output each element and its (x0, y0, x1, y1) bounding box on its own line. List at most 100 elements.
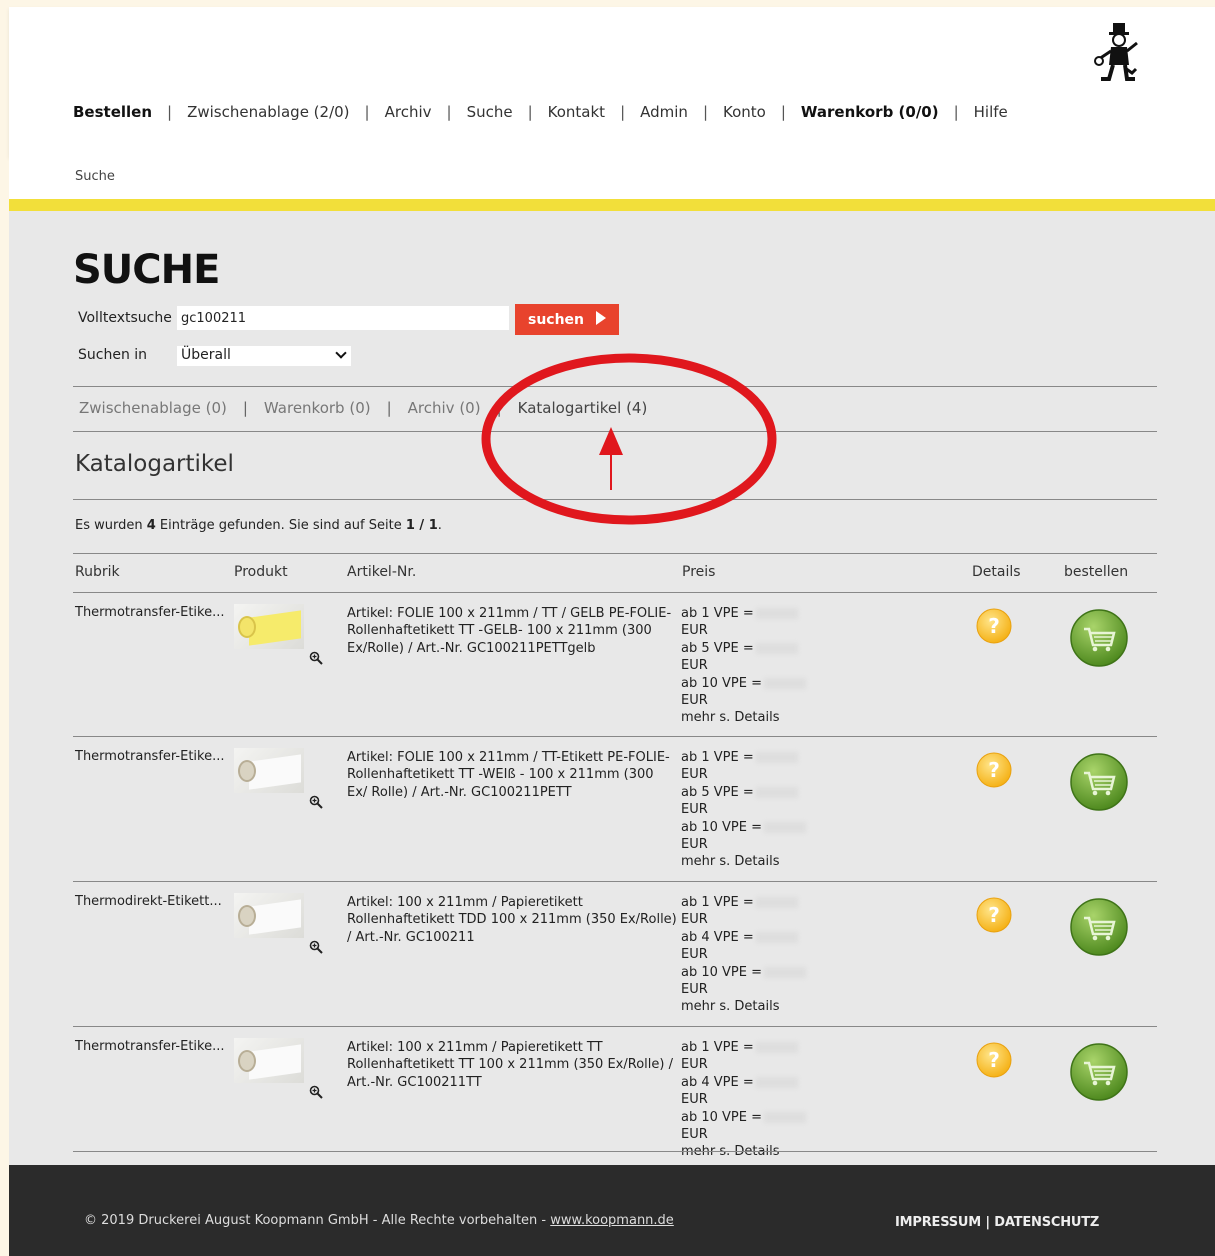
svg-text:?: ? (988, 1048, 1000, 1072)
search-input[interactable] (177, 306, 509, 330)
footer-website-link[interactable]: www.koopmann.de (550, 1213, 674, 1228)
price-currency: EUR (681, 693, 708, 709)
row-price: ab 1 VPE = EUR ab 4 VPE = EUR ab 10 VPE … (681, 1039, 806, 1161)
price-currency: EUR (681, 1127, 708, 1143)
cart-icon[interactable] (1068, 1041, 1130, 1103)
product-thumbnail[interactable] (234, 604, 304, 649)
price-hidden (755, 931, 798, 943)
price-more-link[interactable]: mehr s. Details (681, 1143, 806, 1160)
price-hidden (755, 897, 798, 908)
product-thumbnail[interactable] (234, 1038, 304, 1083)
price-hidden (755, 608, 798, 619)
nav-separator: | (780, 103, 786, 121)
row-article: Artikel: FOLIE 100 x 211mm / TT / GELB P… (347, 606, 672, 656)
nav-item-konto[interactable]: Konto (723, 103, 766, 121)
price-currency: EUR (681, 623, 708, 639)
row-rubrik[interactable]: Thermotransfer-Etike... (75, 605, 225, 620)
question-icon[interactable]: ? (975, 607, 1013, 645)
footer: © 2019 Druckerei August Koopmann GmbH - … (9, 1165, 1215, 1256)
divider (73, 499, 1157, 500)
results-page: 1 / 1 (405, 518, 438, 533)
price-tier: ab 10 VPE = (681, 675, 762, 691)
row-article: Artikel: 100 x 211mm / Papieretikett TT … (347, 1040, 673, 1090)
nav-item-bestellen[interactable]: Bestellen (73, 103, 152, 121)
search-button[interactable]: suchen (515, 304, 619, 335)
price-tier: ab 10 VPE = (681, 964, 762, 980)
result-tabs: Zwischenablage (0) | Warenkorb (0) | Archiv … (79, 399, 647, 417)
svg-text:?: ? (988, 903, 1000, 927)
tab-archiv[interactable]: Archiv (0) (408, 399, 481, 417)
price-tier: ab 5 VPE = (681, 640, 754, 656)
scope-select[interactable]: Überall (177, 346, 351, 366)
label-roll (238, 1050, 256, 1072)
scope-select-value: Überall (181, 347, 231, 363)
price-hidden (755, 752, 798, 763)
breadcrumb-current[interactable]: Suche (75, 169, 115, 184)
zoom-icon[interactable] (309, 795, 323, 809)
cart-icon[interactable] (1068, 607, 1130, 669)
divider (73, 431, 1157, 432)
price-hidden (764, 677, 806, 689)
cart-icon[interactable] (1068, 751, 1130, 813)
nav-item-admin[interactable]: Admin (640, 103, 688, 121)
tab-separator: | (242, 399, 248, 417)
nav-item-zwischenablage[interactable]: Zwischenablage (2/0) (187, 103, 349, 121)
price-tier: ab 1 VPE = (681, 1040, 754, 1055)
nav-item-hilfe[interactable]: Hilfe (974, 103, 1008, 121)
nav-item-suche[interactable]: Suche (467, 103, 513, 121)
question-icon[interactable]: ? (975, 896, 1013, 934)
results-prefix: Es wurden (75, 518, 147, 533)
price-more-link[interactable]: mehr s. Details (681, 853, 806, 870)
nav-separator: | (167, 103, 173, 121)
price-currency: EUR (681, 1092, 708, 1108)
tab-katalogartikel[interactable]: Katalogartikel (4) (518, 399, 648, 417)
price-more-link[interactable]: mehr s. Details (681, 709, 806, 726)
col-header-details: Details (972, 564, 1021, 580)
price-tier: ab 1 VPE = (681, 750, 754, 765)
header: Bestellen | Zwischenablage (2/0) | Archiv | Su… (9, 7, 1215, 157)
row-article: Artikel: FOLIE 100 x 211mm / TT-Etikett … (347, 750, 670, 800)
price-hidden (755, 642, 798, 654)
price-currency: EUR (681, 982, 708, 998)
svg-text:?: ? (988, 758, 1000, 782)
cart-icon[interactable] (1068, 896, 1130, 958)
label-strip (249, 610, 301, 646)
svg-text:?: ? (988, 614, 1000, 638)
price-currency: EUR (681, 912, 708, 928)
page-frame: Bestellen | Zwischenablage (2/0) | Archiv | Su… (9, 7, 1215, 1256)
nav-separator: | (446, 103, 452, 121)
col-header-artikel: Artikel-Nr. (347, 564, 417, 580)
nav-separator: | (364, 103, 370, 121)
price-currency: EUR (681, 658, 708, 674)
chevron-down-icon (335, 347, 347, 359)
price-tier: ab 10 VPE = (681, 819, 762, 835)
zoom-icon[interactable] (309, 651, 323, 665)
breadcrumb: Suche (9, 157, 1215, 199)
table-row: Thermotransfer-Etike... Artikel: FOLIE 1… (73, 593, 1157, 738)
label-roll (238, 905, 256, 927)
price-more-link[interactable]: mehr s. Details (681, 998, 806, 1015)
search-button-label: suchen (527, 311, 585, 328)
nav-item-warenkorb[interactable]: Warenkorb (0/0) (801, 103, 939, 121)
accent-bar (9, 199, 1215, 211)
zoom-icon[interactable] (309, 940, 323, 954)
row-rubrik[interactable]: Thermotransfer-Etike... (75, 1039, 225, 1054)
product-thumbnail[interactable] (234, 893, 304, 938)
question-icon[interactable]: ? (975, 1041, 1013, 1079)
tab-warenkorb[interactable]: Warenkorb (0) (264, 399, 371, 417)
price-currency: EUR (681, 1057, 708, 1073)
footer-copyright: © 2019 Druckerei August Koopmann GmbH - … (84, 1213, 674, 1228)
row-rubrik[interactable]: Thermotransfer-Etike... (75, 749, 225, 764)
nav-item-kontakt[interactable]: Kontakt (548, 103, 605, 121)
tab-zwischenablage[interactable]: Zwischenablage (0) (79, 399, 227, 417)
row-rubrik[interactable]: Thermodirekt-Etikett... (75, 894, 222, 909)
price-tier: ab 10 VPE = (681, 1109, 762, 1125)
footer-legal-links[interactable]: IMPRESSUM | DATENSCHUTZ (895, 1215, 1099, 1230)
price-tier: ab 1 VPE = (681, 895, 754, 910)
chimney-sweep-logo-icon[interactable] (1091, 21, 1141, 83)
nav-item-archiv[interactable]: Archiv (385, 103, 432, 121)
product-thumbnail[interactable] (234, 748, 304, 793)
section-title: Katalogartikel (75, 451, 234, 477)
zoom-icon[interactable] (309, 1085, 323, 1099)
question-icon[interactable]: ? (975, 751, 1013, 789)
